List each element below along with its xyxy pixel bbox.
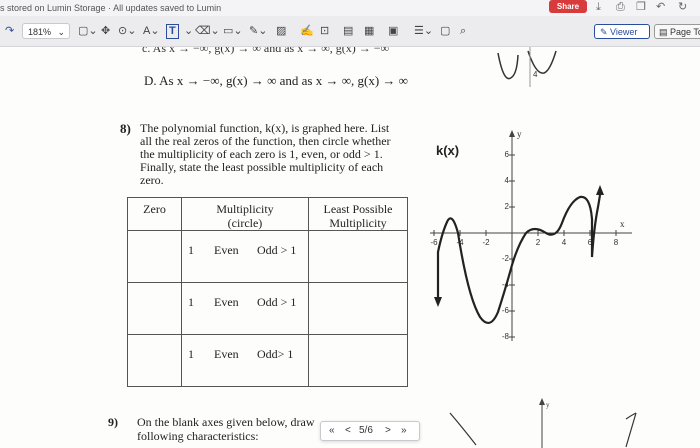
kx-graph: k(x) y x -6 -4 -2 2 4 6 8 6 4 2 -2 -4 -6… bbox=[430, 129, 632, 341]
svg-text:y: y bbox=[546, 401, 550, 409]
text-tool-icon[interactable]: T bbox=[166, 24, 179, 39]
mult-option-1[interactable]: 1 bbox=[188, 295, 194, 310]
shape-icon[interactable]: ▭⌄ bbox=[223, 23, 243, 39]
mult-option-even[interactable]: Even bbox=[214, 295, 239, 310]
prev-page-button[interactable]: < bbox=[345, 425, 351, 436]
x-tick-label: 2 bbox=[536, 238, 541, 247]
page-tools-button[interactable]: ▤ Page To bbox=[654, 24, 700, 39]
question-line: Finally, state the least possible multip… bbox=[140, 160, 384, 174]
next-page-button[interactable]: > bbox=[385, 425, 391, 436]
highlighter-icon[interactable]: ✎⌄ bbox=[249, 23, 267, 39]
list-icon[interactable]: ☰⌄ bbox=[414, 23, 433, 39]
y-tick-label: 6 bbox=[505, 150, 510, 159]
pencil-icon: ✎ bbox=[600, 27, 611, 37]
x-tick-label: -6 bbox=[430, 238, 438, 247]
question-9-line: On the blank axes given below, draw bbox=[137, 415, 315, 429]
x-tick-label: -2 bbox=[482, 238, 490, 247]
multiplicity-cell: 1 Even Odd> 1 bbox=[181, 334, 309, 387]
blank-axes-sketch: y bbox=[449, 398, 637, 448]
copy-icon[interactable]: ❐ bbox=[636, 1, 646, 14]
graph-label: k(x) bbox=[436, 143, 459, 158]
mult-option-odd[interactable]: Odd > 1 bbox=[257, 243, 296, 258]
viewer-label: Viewer bbox=[610, 27, 638, 37]
x-axis-label: x bbox=[620, 219, 625, 229]
table-header: Least Possible Multiplicity bbox=[308, 197, 408, 231]
viewer-button[interactable]: ✎ Viewer bbox=[594, 24, 650, 39]
download-icon[interactable]: ⤓ bbox=[596, 1, 601, 14]
pan-icon[interactable]: ✥ bbox=[101, 23, 110, 39]
x-tick-label: 8 bbox=[614, 238, 619, 247]
undo-icon[interactable]: ↶ bbox=[656, 1, 665, 14]
mult-option-odd[interactable]: Odd > 1 bbox=[257, 295, 296, 310]
option-d-text: D. As x → −∞, g(x) → ∞ and as x → ∞, g(x… bbox=[144, 73, 408, 88]
image-icon[interactable]: ▨ bbox=[276, 23, 286, 39]
search-icon[interactable]: ⌕ bbox=[460, 23, 466, 39]
form-field-icon[interactable]: ▤ bbox=[343, 23, 353, 39]
table-header: Multiplicity (circle) bbox=[181, 197, 309, 231]
multiplicity-cell: 1 Even Odd > 1 bbox=[181, 282, 309, 335]
print-icon[interactable]: ⎙ bbox=[616, 1, 625, 14]
page-indicator[interactable]: 5/6 bbox=[359, 425, 373, 436]
page-tools-icon: ▤ bbox=[659, 27, 671, 37]
right-end-arrow bbox=[596, 185, 604, 195]
comment-icon[interactable]: ▢ bbox=[440, 23, 450, 39]
x-tick-label: 4 bbox=[562, 238, 567, 247]
chevron-down-icon: ⌄ bbox=[184, 25, 194, 37]
share-button[interactable]: Share bbox=[549, 0, 587, 13]
y-tick-label: -8 bbox=[502, 332, 510, 341]
y-tick-label: 4 bbox=[505, 176, 510, 185]
save-status-text: s stored on Lumin Storage · All updates … bbox=[0, 3, 222, 13]
table-row: 1 Even Odd > 1 bbox=[127, 282, 408, 335]
mult-option-odd[interactable]: Odd> 1 bbox=[257, 347, 293, 362]
multiplicity-table: Zero Multiplicity (circle) Least Possibl… bbox=[127, 197, 408, 387]
page-tools-label: Page To bbox=[670, 27, 700, 37]
bookmark-icon[interactable]: ▣ bbox=[388, 23, 398, 39]
mult-option-even[interactable]: Even bbox=[214, 243, 239, 258]
left-end-arrow bbox=[434, 297, 442, 307]
redo-icon[interactable]: ↷ bbox=[5, 23, 14, 39]
y-tick-label: -6 bbox=[502, 306, 510, 315]
zoom-value: 181% bbox=[28, 27, 52, 37]
mult-option-even[interactable]: Even bbox=[214, 347, 239, 362]
refresh-icon[interactable]: ↻ bbox=[678, 1, 687, 14]
multiplicity-cell: 1 Even Odd > 1 bbox=[181, 230, 309, 283]
eraser-icon[interactable]: ⌫⌄ bbox=[195, 23, 220, 39]
text-color-icon[interactable]: A⌄ bbox=[143, 23, 160, 39]
zoom-select[interactable]: 181% ⌄ bbox=[22, 23, 70, 39]
y-axis-label: y bbox=[517, 129, 522, 139]
annotation-toolbar: ↷ 181% ⌄ ▢⌄ ✥ ⊙⌄ A⌄ T ⌄ ⌫⌄ ▭⌄ ✎⌄ ▨ ✍ ⊡ ▤… bbox=[0, 16, 700, 47]
first-page-button[interactable]: « bbox=[329, 425, 335, 436]
signature-icon[interactable]: ✍ bbox=[300, 23, 314, 39]
question-line: zero. bbox=[140, 173, 164, 187]
calendar-icon[interactable]: ▦ bbox=[364, 23, 374, 39]
select-icon[interactable]: ⊙⌄ bbox=[118, 23, 136, 39]
mult-option-1[interactable]: 1 bbox=[188, 347, 194, 362]
y-tick-label: -2 bbox=[502, 254, 510, 263]
option-c-text: c. As x → −∞, g(x) → ∞ and as x → ∞, g(x… bbox=[142, 47, 390, 55]
table-row: 1 Even Odd > 1 bbox=[127, 230, 408, 283]
kx-curve bbox=[436, 194, 602, 324]
mult-option-1[interactable]: 1 bbox=[188, 243, 194, 258]
chevron-down-icon: ⌄ bbox=[57, 27, 65, 37]
svg-text:4: 4 bbox=[533, 70, 538, 79]
question-9-number: 9) bbox=[108, 415, 118, 429]
table-header: Zero bbox=[127, 197, 182, 231]
y-axis-arrow bbox=[509, 130, 515, 137]
question-9-line: following characteristics: bbox=[137, 429, 259, 443]
question-8-number: 8) bbox=[120, 121, 131, 136]
stamp-icon[interactable]: ⊡ bbox=[320, 23, 329, 39]
previous-graph-sketch: 4 bbox=[497, 47, 557, 87]
document-page: c. As x → −∞, g(x) → ∞ and as x → ∞, g(x… bbox=[0, 47, 700, 448]
last-page-button[interactable]: » bbox=[401, 425, 407, 436]
y-tick-label: 2 bbox=[505, 202, 510, 211]
table-row: 1 Even Odd> 1 bbox=[127, 334, 408, 387]
status-bar: s stored on Lumin Storage · All updates … bbox=[0, 0, 700, 16]
page-navigator: « < 5/6 > » bbox=[320, 421, 420, 441]
page-icon[interactable]: ▢⌄ bbox=[78, 23, 98, 39]
